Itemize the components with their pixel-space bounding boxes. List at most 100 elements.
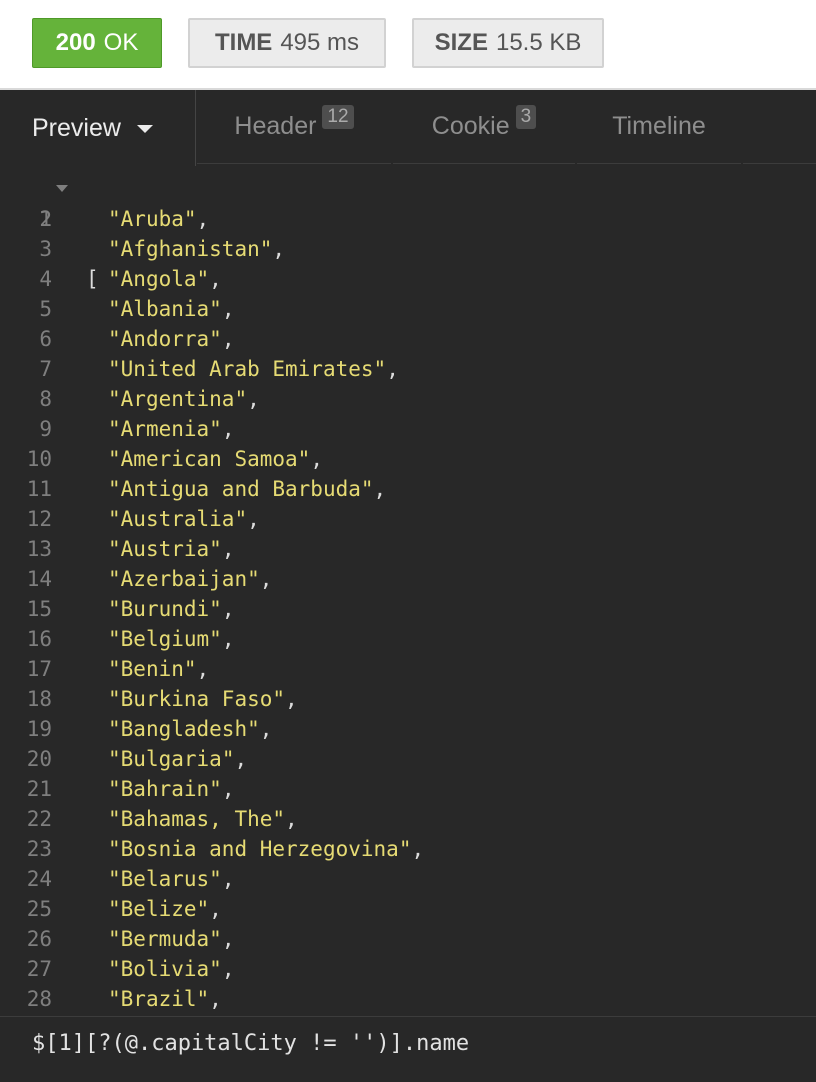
json-string-value: "Belgium", (108, 627, 235, 651)
code-line: 25 "Belize", (0, 894, 816, 924)
string-literal: Burkina Faso (120, 687, 273, 711)
line-number: 26 (26, 927, 52, 951)
code-line: 12 "Australia", (0, 504, 816, 534)
string-literal: Armenia (120, 417, 210, 441)
code-line: 9 "Armenia", (0, 414, 816, 444)
line-number: 14 (26, 567, 52, 591)
string-literal: Bermuda (120, 927, 210, 951)
string-literal: Belarus (120, 867, 210, 891)
line-number: 24 (26, 867, 52, 891)
code-line: 1 [ (0, 174, 816, 291)
code-line: 26 "Bermuda", (0, 924, 816, 954)
line-number: 7 (39, 357, 52, 381)
line-number: 20 (26, 747, 52, 771)
json-string-value: "Afghanistan", (108, 237, 286, 261)
code-line: 28 "Brazil", (0, 984, 816, 1014)
code-line: 2 "Aruba", (0, 204, 816, 234)
string-literal: Angola (120, 267, 197, 291)
string-literal: Albania (120, 297, 210, 321)
line-number: 16 (26, 627, 52, 651)
json-string-value: "Bangladesh", (108, 717, 273, 741)
string-literal: American Samoa (120, 447, 298, 471)
json-string-value: "United Arab Emirates", (108, 357, 399, 381)
response-body-viewer[interactable]: 1 [ 2 "Aruba", 3 "Afghanistan", 4 "Angola", 5 "… (0, 174, 816, 1014)
tab-cookie[interactable]: Cookie 3 (393, 90, 575, 164)
tab-header-label: Header (234, 112, 317, 140)
code-line: 20 "Bulgaria", (0, 744, 816, 774)
code-line: 18 "Burkina Faso", (0, 684, 816, 714)
code-line: 17 "Benin", (0, 654, 816, 684)
tab-timeline[interactable]: Timeline (577, 90, 741, 164)
tab-preview-label: Preview (32, 113, 121, 142)
response-size-badge: SIZE 15.5 KB (412, 18, 604, 68)
tab-bar-filler (743, 90, 816, 164)
response-panel: Preview Header 12 Cookie 3 Timeline 1 [ … (0, 90, 816, 1082)
json-string-value: "Belize", (108, 897, 222, 921)
line-number: 12 (26, 507, 52, 531)
string-literal: Austria (120, 537, 210, 561)
string-literal: Azerbaijan (120, 567, 248, 591)
code-line: 23 "Bosnia and Herzegovina", (0, 834, 816, 864)
string-literal: United Arab Emirates (120, 357, 374, 381)
line-number: 5 (39, 297, 52, 321)
string-literal: Benin (120, 657, 184, 681)
json-string-value: "Bolivia", (108, 957, 235, 981)
line-number: 28 (26, 987, 52, 1011)
line-number: 3 (39, 237, 52, 261)
json-string-value: "Angola", (108, 267, 222, 291)
line-number: 8 (39, 387, 52, 411)
line-number: 11 (26, 477, 52, 501)
line-number: 13 (26, 537, 52, 561)
code-line: 15 "Burundi", (0, 594, 816, 624)
string-literal: Australia (120, 507, 235, 531)
code-line: 11 "Antigua and Barbuda", (0, 474, 816, 504)
string-literal: Brazil (120, 987, 197, 1011)
json-string-value: "Azerbaijan", (108, 567, 273, 591)
string-literal: Bolivia (120, 957, 210, 981)
response-tabs: Preview Header 12 Cookie 3 Timeline (0, 90, 816, 166)
json-string-value: "Benin", (108, 657, 210, 681)
tab-cookie-label: Cookie (431, 112, 510, 140)
json-string-value: "Bosnia and Herzegovina", (108, 837, 425, 861)
code-line: 13 "Austria", (0, 534, 816, 564)
json-string-value: "Brazil", (108, 987, 222, 1011)
code-line: 5 "Albania", (0, 294, 816, 324)
line-number: 22 (26, 807, 52, 831)
status-code: 200 (55, 29, 96, 56)
json-string-value: "Bulgaria", (108, 747, 248, 771)
time-label: TIME (214, 29, 273, 56)
line-number: 21 (26, 777, 52, 801)
json-string-value: "Albania", (108, 297, 235, 321)
string-literal: Andorra (120, 327, 210, 351)
jsonpath-filter-input[interactable] (32, 1031, 792, 1056)
code-line: 19 "Bangladesh", (0, 714, 816, 744)
json-string-value: "Aruba", (108, 207, 210, 231)
line-number: 9 (39, 417, 52, 441)
line-number: 27 (26, 957, 52, 981)
line-number: 10 (26, 447, 52, 471)
line-number: 6 (39, 327, 52, 351)
string-literal: Argentina (120, 387, 235, 411)
code-line: 3 "Afghanistan", (0, 234, 816, 264)
string-literal: Belgium (120, 627, 210, 651)
code-line: 22 "Bahamas, The", (0, 804, 816, 834)
json-string-value: "Armenia", (108, 417, 235, 441)
string-literal: Bahamas, The (120, 807, 273, 831)
json-string-value: "Australia", (108, 507, 260, 531)
fold-arrow-icon[interactable] (56, 185, 68, 192)
tab-preview[interactable]: Preview (0, 90, 196, 166)
line-number: 18 (26, 687, 52, 711)
tab-timeline-label: Timeline (612, 112, 706, 140)
code-line: 21 "Bahrain", (0, 774, 816, 804)
response-status-bar: 200 OK TIME 495 ms SIZE 15.5 KB (0, 0, 816, 90)
string-literal: Antigua and Barbuda (120, 477, 361, 501)
tab-header[interactable]: Header 12 (197, 90, 391, 164)
json-string-value: "Burundi", (108, 597, 235, 621)
code-line: 24 "Belarus", (0, 864, 816, 894)
size-value: 15.5 KB (495, 29, 582, 56)
code-line: 14 "Azerbaijan", (0, 564, 816, 594)
size-label: SIZE (434, 29, 488, 56)
caret-down-icon[interactable] (136, 125, 153, 133)
json-string-value: "Burkina Faso", (108, 687, 298, 711)
json-string-value: "Bahamas, The", (108, 807, 298, 831)
